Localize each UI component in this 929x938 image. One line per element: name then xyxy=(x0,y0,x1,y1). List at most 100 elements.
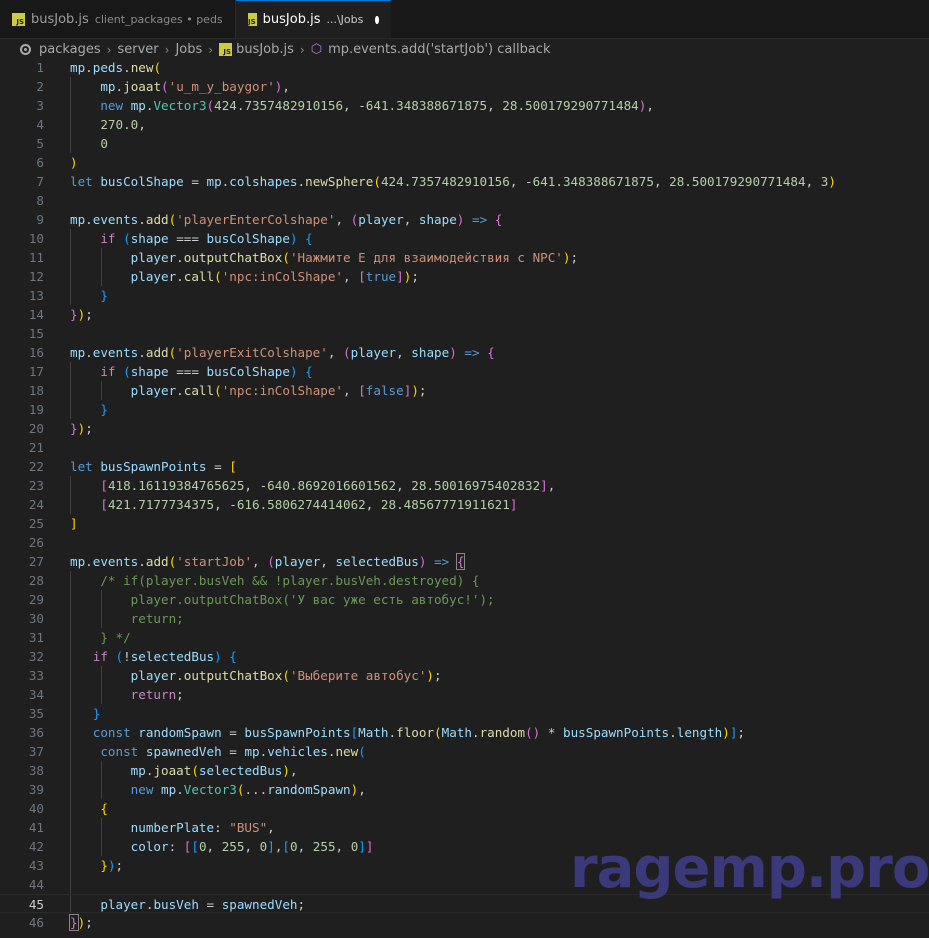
line-number[interactable]: 5 xyxy=(0,134,44,153)
code-line[interactable]: 38 mp.joaat(selectedBus), xyxy=(0,761,929,780)
code-line[interactable]: 15 xyxy=(0,324,929,343)
line-number[interactable]: 26 xyxy=(0,533,44,552)
line-number[interactable]: 16 xyxy=(0,343,44,362)
code-line[interactable]: 18 player.call('npc:inColShape', [false]… xyxy=(0,381,929,400)
code-line[interactable]: 11 player.outputChatBox('Нажмите E для в… xyxy=(0,248,929,267)
line-number[interactable]: 36 xyxy=(0,723,44,742)
code-line[interactable]: 1 mp.peds.new( xyxy=(0,58,929,77)
code-line[interactable]: 14}); xyxy=(0,305,929,324)
code-line[interactable]: 37 const spawnedVeh = mp.vehicles.new( xyxy=(0,742,929,761)
line-number[interactable]: 38 xyxy=(0,761,44,780)
line-number[interactable]: 14 xyxy=(0,305,44,324)
line-number[interactable]: 24 xyxy=(0,495,44,514)
code-line[interactable]: 28 /* if(player.busVeh && !player.busVeh… xyxy=(0,571,929,590)
code-line[interactable]: 8 xyxy=(0,191,929,210)
line-number[interactable]: 30 xyxy=(0,609,44,628)
code-line[interactable]: 20}); xyxy=(0,419,929,438)
breadcrumb-item-packages[interactable]: packages xyxy=(39,42,101,57)
code-line[interactable]: 13 } xyxy=(0,286,929,305)
code-line[interactable]: 36 const randomSpawn = busSpawnPoints[Ma… xyxy=(0,723,929,742)
code-line[interactable]: 5 0 xyxy=(0,134,929,153)
line-number[interactable]: 35 xyxy=(0,704,44,723)
unsaved-changes-dot-icon[interactable] xyxy=(375,15,379,24)
line-number[interactable]: 2 xyxy=(0,77,44,96)
line-number[interactable]: 40 xyxy=(0,799,44,818)
line-number[interactable]: 19 xyxy=(0,400,44,419)
line-number[interactable]: 6 xyxy=(0,153,44,172)
code-line[interactable]: 41 numberPlate: "BUS", xyxy=(0,818,929,837)
code-token: ) xyxy=(289,364,298,379)
line-number[interactable]: 9 xyxy=(0,210,44,229)
line-number[interactable]: 11 xyxy=(0,248,44,267)
line-number[interactable]: 17 xyxy=(0,362,44,381)
tab-busjob-server[interactable]: JS busJob.js ...\Jobs xyxy=(236,0,391,38)
line-number[interactable]: 25 xyxy=(0,514,44,533)
line-number[interactable]: 46 xyxy=(0,913,44,932)
line-number[interactable]: 43 xyxy=(0,856,44,875)
line-number[interactable]: 29 xyxy=(0,590,44,609)
line-number[interactable]: 41 xyxy=(0,818,44,837)
code-line[interactable]: 46}); xyxy=(0,913,929,932)
code-line[interactable]: 10 if (shape === busColShape) { xyxy=(0,229,929,248)
code-editor[interactable]: 1 mp.peds.new(2 mp.joaat('u_m_y_baygor'),… xyxy=(0,58,929,938)
line-number[interactable]: 44 xyxy=(0,875,44,894)
code-line[interactable]: 12 player.call('npc:inColShape', [true])… xyxy=(0,267,929,286)
breadcrumb-item-file[interactable]: busJob.js xyxy=(236,42,294,57)
line-number[interactable]: 3 xyxy=(0,96,44,115)
line-number[interactable]: 27 xyxy=(0,552,44,571)
line-number[interactable]: 7 xyxy=(0,172,44,191)
line-number[interactable]: 22 xyxy=(0,457,44,476)
line-number[interactable]: 23 xyxy=(0,476,44,495)
code-line[interactable]: 2 mp.joaat('u_m_y_baygor'), xyxy=(0,77,929,96)
breadcrumb-item-callback[interactable]: mp.events.add('startJob') callback xyxy=(328,42,550,57)
line-number[interactable]: 13 xyxy=(0,286,44,305)
line-number[interactable]: 32 xyxy=(0,647,44,666)
line-number[interactable]: 33 xyxy=(0,666,44,685)
code-line[interactable]: 29 player.outputChatBox('У вас уже есть … xyxy=(0,590,929,609)
line-number[interactable]: 12 xyxy=(0,267,44,286)
code-line[interactable]: 7 let busColShape = mp.colshapes.newSpher… xyxy=(0,172,929,191)
line-number[interactable]: 28 xyxy=(0,571,44,590)
code-line[interactable]: 19 } xyxy=(0,400,929,419)
code-line[interactable]: 39 new mp.Vector3(...randomSpawn), xyxy=(0,780,929,799)
code-line[interactable]: 22 let busSpawnPoints = [ xyxy=(0,457,929,476)
code-line[interactable]: 40 { xyxy=(0,799,929,818)
code-line[interactable]: 16 mp.events.add('playerExitColshape', (p… xyxy=(0,343,929,362)
line-number[interactable]: 4 xyxy=(0,115,44,134)
line-number[interactable]: 20 xyxy=(0,419,44,438)
line-number[interactable]: 18 xyxy=(0,381,44,400)
code-line[interactable]: 17 if (shape === busColShape) { xyxy=(0,362,929,381)
line-number[interactable]: 39 xyxy=(0,780,44,799)
code-line[interactable]: 23 [418.16119384765625, -640.86920166015… xyxy=(0,476,929,495)
code-token: , xyxy=(396,345,412,360)
line-number[interactable]: 45 xyxy=(0,895,44,914)
breadcrumb-item-server[interactable]: server xyxy=(117,42,158,57)
line-number[interactable]: 42 xyxy=(0,837,44,856)
code-line[interactable]: 34 return; xyxy=(0,685,929,704)
code-line[interactable]: 26 xyxy=(0,533,929,552)
code-line[interactable]: 30 return; xyxy=(0,609,929,628)
line-number[interactable]: 15 xyxy=(0,324,44,343)
code-line[interactable]: 9 mp.events.add('playerEnterColshape', (p… xyxy=(0,210,929,229)
line-number[interactable]: 37 xyxy=(0,742,44,761)
code-line[interactable]: 6) xyxy=(0,153,929,172)
line-number[interactable]: 10 xyxy=(0,229,44,248)
line-number[interactable]: 8 xyxy=(0,191,44,210)
code-line[interactable]: 25] xyxy=(0,514,929,533)
code-line[interactable]: 3 new mp.Vector3(424.7357482910156, -641… xyxy=(0,96,929,115)
line-number[interactable]: 31 xyxy=(0,628,44,647)
code-line[interactable]: 32 if (!selectedBus) { xyxy=(0,647,929,666)
code-line[interactable]: 33 player.outputChatBox('Выберите автобу… xyxy=(0,666,929,685)
breadcrumb-item-jobs[interactable]: Jobs xyxy=(175,42,202,57)
code-line[interactable]: 21 xyxy=(0,438,929,457)
line-number[interactable]: 1 xyxy=(0,58,44,77)
code-line[interactable]: 35 } xyxy=(0,704,929,723)
code-line[interactable]: 31 } */ xyxy=(0,628,929,647)
line-number[interactable]: 34 xyxy=(0,685,44,704)
line-number[interactable]: 21 xyxy=(0,438,44,457)
code-line[interactable]: 27 mp.events.add('startJob', (player, sel… xyxy=(0,552,929,571)
tab-busjob-client[interactable]: JS busJob.js client_packages • peds xyxy=(0,0,236,38)
code-token: , xyxy=(327,345,344,360)
code-line[interactable]: 24 [421.7177734375, -616.5806274414062, … xyxy=(0,495,929,514)
code-line[interactable]: 4 270.0, xyxy=(0,115,929,134)
